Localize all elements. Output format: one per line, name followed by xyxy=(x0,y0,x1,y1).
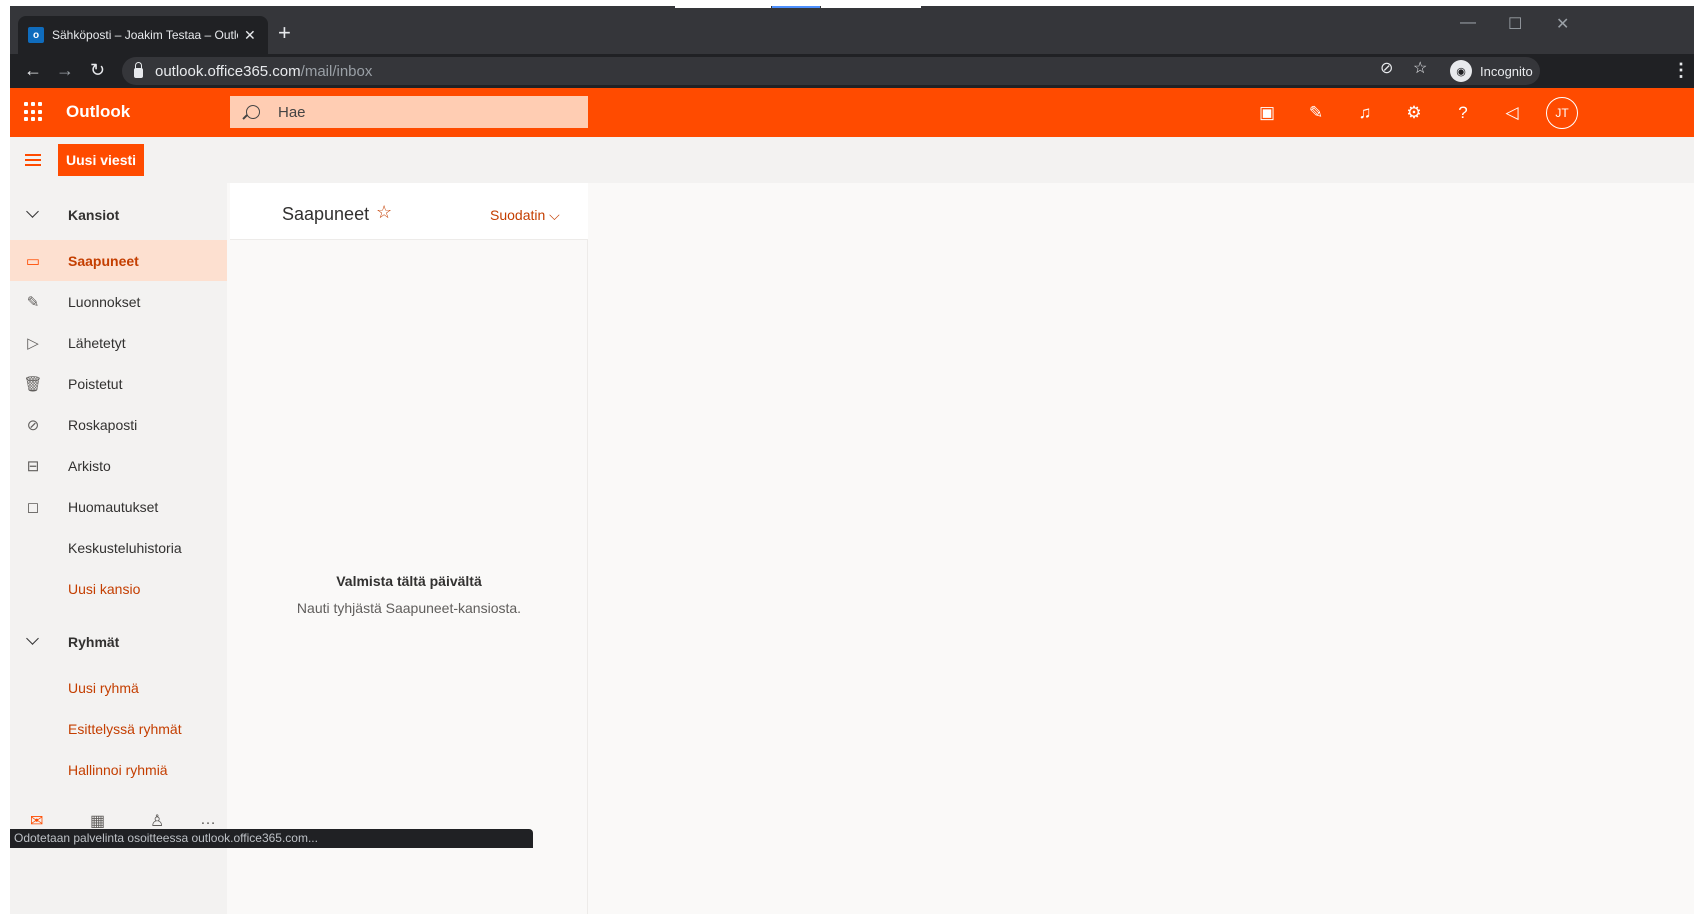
bookmark-star-icon[interactable]: ☆ xyxy=(1413,58,1427,78)
mail-icon[interactable]: ✉ xyxy=(30,811,43,831)
manage-groups-link[interactable]: Hallinnoi ryhmiä xyxy=(10,749,227,790)
minimize-icon[interactable]: — xyxy=(1460,14,1476,32)
incognito-icon: ◉ xyxy=(1450,60,1472,82)
folder-item-archive[interactable]: ⊟ Arkisto xyxy=(10,445,227,486)
browser-window: o Sähköposti – Joakim Testaa – Outlook ✕… xyxy=(10,6,1694,914)
group-link-label: Uusi ryhmä xyxy=(68,679,139,696)
folder-label: Roskaposti xyxy=(68,416,138,433)
todo-icon[interactable]: ✎ xyxy=(1303,100,1329,126)
message-list: Saapuneet ☆ Suodatin ⌵ Valmista tältä pä… xyxy=(230,183,588,914)
folders-label: Kansiot xyxy=(68,207,120,223)
search-box[interactable] xyxy=(230,96,588,128)
filter-label: Suodatin xyxy=(490,207,546,223)
more-apps-icon[interactable]: … xyxy=(200,811,216,829)
folder-label: Luonnokset xyxy=(68,293,141,310)
bell-icon[interactable]: ♫ xyxy=(1352,100,1378,126)
hamburger-menu-icon[interactable] xyxy=(25,154,41,166)
incognito-label: Incognito xyxy=(1480,63,1533,79)
new-folder-link[interactable]: Uusi kansio xyxy=(10,568,227,609)
back-arrow-icon[interactable]: ← xyxy=(24,60,42,80)
folders-header[interactable]: Kansiot xyxy=(10,195,227,235)
tab-strip: o Sähköposti – Joakim Testaa – Outlook ✕… xyxy=(10,6,1694,54)
top-edge-highlight-blue xyxy=(772,6,820,8)
new-tab-icon[interactable]: + xyxy=(278,22,291,44)
folder-pane: Kansiot ▭ Saapuneet ✎ Luonnokset ▷ Lähet… xyxy=(10,183,227,914)
folder-item-drafts[interactable]: ✎ Luonnokset xyxy=(10,281,227,322)
folder-item-deleted[interactable]: 🗑 Poistetut xyxy=(10,363,227,404)
folder-label: Arkisto xyxy=(68,457,111,474)
featured-groups-link[interactable]: Esittelyssä ryhmät xyxy=(10,708,227,749)
empty-state-subtitle: Nauti tyhjästä Saapuneet-kansiosta. xyxy=(296,600,522,616)
search-input[interactable] xyxy=(278,103,558,121)
trash-icon: 🗑 xyxy=(23,375,43,393)
eye-off-icon[interactable]: ⊘ xyxy=(1380,58,1393,78)
folder-label: Keskusteluhistoria xyxy=(68,539,182,556)
filter-button[interactable]: Suodatin ⌵ xyxy=(490,207,560,224)
send-icon: ▷ xyxy=(27,334,39,352)
address-bar-row: ← → ↻ outlook.office365.com/mail/inbox ⊘… xyxy=(10,54,1694,88)
reload-icon[interactable]: ↻ xyxy=(90,60,105,80)
new-message-button[interactable]: Uusi viesti xyxy=(58,144,145,176)
folder-item-notes[interactable]: ◻ Huomautukset xyxy=(10,486,227,527)
outlook-favicon-icon: o xyxy=(28,27,44,43)
incognito-indicator[interactable]: ◉ Incognito xyxy=(1450,57,1533,85)
top-edge-highlight xyxy=(675,6,771,8)
folder-label: Saapuneet xyxy=(68,252,139,269)
group-link-label: Esittelyssä ryhmät xyxy=(68,720,182,737)
avatar[interactable]: JT xyxy=(1546,97,1578,129)
search-icon xyxy=(246,105,260,119)
gear-icon[interactable]: ⚙ xyxy=(1401,100,1427,126)
top-edge-highlight xyxy=(821,6,921,8)
tab-title: Sähköposti – Joakim Testaa – Outlook xyxy=(52,28,238,42)
message-list-header: Saapuneet ☆ Suodatin ⌵ xyxy=(230,183,588,240)
status-bubble: Odotetaan palvelinta osoitteessa outlook… xyxy=(10,829,533,848)
favorite-star-icon[interactable]: ☆ xyxy=(376,202,392,223)
close-tab-icon[interactable]: ✕ xyxy=(244,27,256,44)
folder-item-inbox[interactable]: ▭ Saapuneet xyxy=(10,240,227,281)
note-icon: ◻ xyxy=(26,498,40,516)
url-host: outlook.office365.com xyxy=(155,62,301,80)
chevron-down-icon: ⌵ xyxy=(549,207,560,223)
groups-header[interactable]: Ryhmät xyxy=(10,622,227,662)
megaphone-icon[interactable]: ◁ xyxy=(1499,100,1525,126)
folder-label: Huomautukset xyxy=(68,498,159,515)
lock-icon xyxy=(134,62,143,78)
blocked-icon: ⊘ xyxy=(26,416,40,434)
groups-label: Ryhmät xyxy=(68,634,120,650)
chevron-down-icon xyxy=(26,205,39,218)
inbox-icon: ▭ xyxy=(25,252,41,270)
app-name[interactable]: Outlook xyxy=(66,102,130,122)
url-path: /mail/inbox xyxy=(300,62,373,80)
browser-menu-icon[interactable]: ⋮ xyxy=(1672,60,1690,81)
people-icon[interactable]: ♙ xyxy=(150,811,164,831)
folder-item-junk[interactable]: ⊘ Roskaposti xyxy=(10,404,227,445)
help-icon[interactable]: ? xyxy=(1450,100,1476,126)
folder-item-conversation-history[interactable]: Keskusteluhistoria xyxy=(10,527,227,568)
app-launcher-icon[interactable] xyxy=(24,102,44,122)
folder-item-sent[interactable]: ▷ Lähetetyt xyxy=(10,322,227,363)
calendar-icon[interactable]: ▦ xyxy=(90,811,105,831)
new-folder-label: Uusi kansio xyxy=(68,580,141,597)
new-group-link[interactable]: Uusi ryhmä xyxy=(10,667,227,708)
maximize-icon[interactable]: ☐ xyxy=(1508,14,1522,34)
url-bar[interactable]: outlook.office365.com/mail/inbox xyxy=(122,57,1540,85)
folder-label: Lähetetyt xyxy=(68,334,126,351)
close-window-icon[interactable]: ✕ xyxy=(1556,14,1569,34)
folder-label: Poistetut xyxy=(68,375,123,392)
empty-state-title: Valmista tältä päivältä xyxy=(336,573,482,589)
office-icon[interactable]: ▣ xyxy=(1254,100,1280,126)
group-link-label: Hallinnoi ryhmiä xyxy=(68,761,168,778)
browser-tab[interactable]: o Sähköposti – Joakim Testaa – Outlook ✕ xyxy=(18,16,268,54)
outlook-header: Outlook ▣ ✎ ♫ ⚙ ? ◁ JT xyxy=(10,88,1694,137)
command-bar: Uusi viesti xyxy=(10,137,1694,183)
forward-arrow-icon[interactable]: → xyxy=(56,60,74,80)
folder-title: Saapuneet xyxy=(282,204,370,224)
archive-icon: ⊟ xyxy=(26,457,40,475)
reading-pane xyxy=(589,183,1694,914)
chevron-down-icon xyxy=(26,632,39,645)
pencil-icon: ✎ xyxy=(26,293,40,311)
